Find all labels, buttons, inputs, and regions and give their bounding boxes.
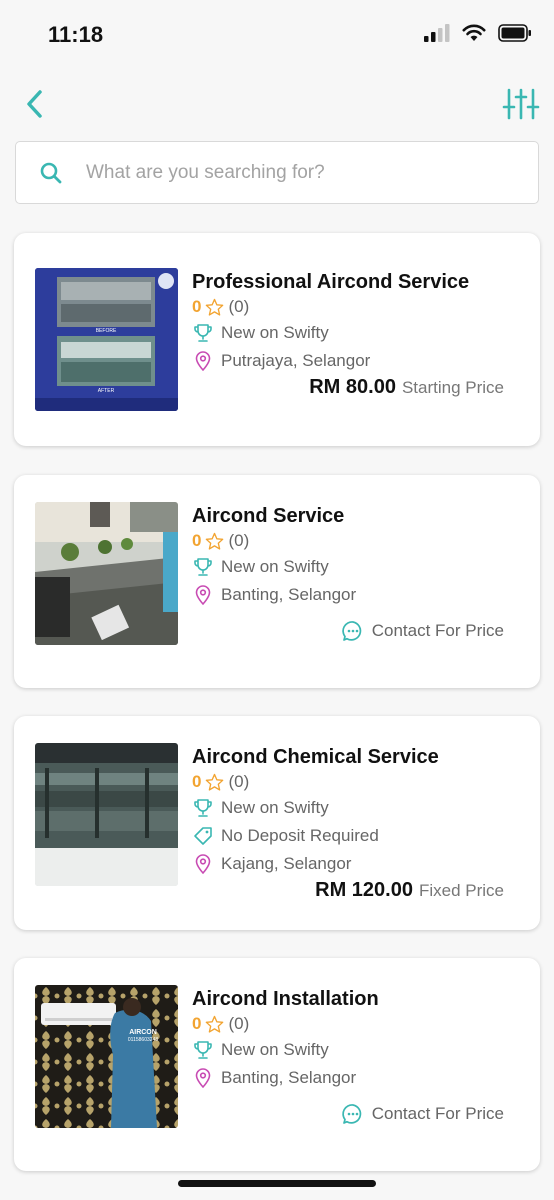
chat-bubble-icon — [342, 620, 364, 642]
badge-label: New on Swifty — [221, 1040, 329, 1059]
nav-bar — [0, 78, 554, 130]
home-indicator[interactable] — [178, 1180, 376, 1187]
rating-count: (0) — [228, 1014, 250, 1033]
trophy-icon — [192, 797, 214, 819]
contact-for-price-link[interactable]: Contact For Price — [342, 620, 504, 642]
trophy-icon — [192, 1039, 214, 1061]
badge-label: New on Swifty — [221, 798, 329, 817]
map-pin-icon — [192, 853, 214, 875]
rating-value: 0 — [192, 772, 202, 791]
listing-title: Aircond Installation — [192, 988, 379, 1010]
deposit-row: No Deposit Required — [192, 822, 522, 850]
listing-card[interactable]: BEFORE AFTER Professional Aircond Servic… — [14, 233, 540, 446]
deposit-label: No Deposit Required — [221, 826, 379, 845]
star-icon — [206, 298, 224, 316]
rating-value: 0 — [192, 297, 202, 316]
listing-info: Aircond Service 0 (0) New on Swifty Bant… — [192, 503, 522, 609]
chat-bubble-icon — [342, 1103, 364, 1125]
rating-count: (0) — [228, 297, 250, 316]
listing-thumbnail — [35, 743, 178, 886]
badge-label: New on Swifty — [221, 557, 329, 576]
listing-thumbnail — [35, 502, 178, 645]
listing-card[interactable]: AIRCON 01158603248 Aircond Installation … — [14, 958, 540, 1171]
rating-count: (0) — [228, 772, 250, 791]
star-icon — [206, 1015, 224, 1033]
listing-thumbnail: AIRCON 01158603248 — [35, 985, 178, 1128]
status-icons — [424, 24, 532, 42]
map-pin-icon — [192, 350, 214, 372]
thumb-aircon-text: AIRCON — [129, 1029, 157, 1036]
contact-label: Contact For Price — [371, 621, 504, 640]
price-row: RM 120.00 Fixed Price — [315, 879, 504, 902]
rating-count: (0) — [228, 531, 250, 550]
location-label: Putrajaya, Selangor — [221, 351, 371, 370]
search-input[interactable] — [86, 161, 506, 184]
price-amount: RM 80.00 — [309, 376, 396, 398]
tag-icon — [192, 825, 214, 847]
rating-row: 0 (0) — [192, 1012, 522, 1036]
price-note: Starting Price — [401, 378, 504, 397]
location-label: Kajang, Selangor — [221, 854, 352, 873]
listing-info: Aircond Chemical Service 0 (0) New on Sw… — [192, 744, 522, 878]
contact-for-price-link[interactable]: Contact For Price — [342, 1103, 504, 1125]
rating-row: 0 (0) — [192, 295, 522, 319]
back-button[interactable] — [22, 86, 52, 122]
rating-row: 0 (0) — [192, 529, 522, 553]
location-label: Banting, Selangor — [221, 585, 357, 604]
filter-button[interactable] — [502, 86, 540, 122]
badge-row: New on Swifty — [192, 553, 522, 581]
listing-title: Aircond Chemical Service — [192, 746, 439, 768]
listing-title: Aircond Service — [192, 505, 345, 527]
thumb-phone-text: 01158603248 — [128, 1037, 158, 1043]
price-amount: RM 120.00 — [315, 879, 413, 901]
sliders-icon — [502, 88, 540, 120]
listing-info: Professional Aircond Service 0 (0) New o… — [192, 269, 522, 375]
star-icon — [206, 532, 224, 550]
trophy-icon — [192, 556, 214, 578]
status-time: 11:18 — [48, 22, 104, 47]
contact-label: Contact For Price — [371, 1104, 504, 1123]
badge-row: New on Swifty — [192, 794, 522, 822]
chevron-left-icon — [27, 90, 42, 118]
map-pin-icon — [192, 584, 214, 606]
price-note: Fixed Price — [418, 881, 504, 900]
wifi-icon — [462, 24, 486, 41]
badge-label: New on Swifty — [221, 323, 329, 342]
search-icon — [16, 161, 86, 185]
battery-icon — [498, 24, 531, 42]
location-row: Banting, Selangor — [192, 581, 522, 609]
listing-thumbnail: BEFORE AFTER — [35, 268, 178, 411]
listing-card[interactable]: Aircond Service 0 (0) New on Swifty Bant… — [14, 475, 540, 688]
star-icon — [206, 773, 224, 791]
listing-info: Aircond Installation 0 (0) New on Swifty… — [192, 986, 522, 1092]
location-row: Kajang, Selangor — [192, 850, 522, 878]
map-pin-icon — [192, 1067, 214, 1089]
cellular-signal-icon — [424, 24, 450, 42]
search-bar[interactable] — [15, 141, 539, 204]
rating-value: 0 — [192, 1014, 202, 1033]
rating-value: 0 — [192, 531, 202, 550]
location-row: Putrajaya, Selangor — [192, 347, 522, 375]
badge-row: New on Swifty — [192, 319, 522, 347]
location-row: Banting, Selangor — [192, 1064, 522, 1092]
badge-row: New on Swifty — [192, 1036, 522, 1064]
svg-text:BEFORE: BEFORE — [96, 328, 117, 334]
listing-title: Professional Aircond Service — [192, 271, 470, 293]
listing-card[interactable]: Aircond Chemical Service 0 (0) New on Sw… — [14, 716, 540, 930]
trophy-icon — [192, 322, 214, 344]
price-row: RM 80.00 Starting Price — [309, 376, 504, 399]
rating-row: 0 (0) — [192, 770, 522, 794]
svg-text:AFTER: AFTER — [98, 388, 115, 394]
location-label: Banting, Selangor — [221, 1068, 357, 1087]
status-bar: 11:18 — [0, 0, 554, 70]
